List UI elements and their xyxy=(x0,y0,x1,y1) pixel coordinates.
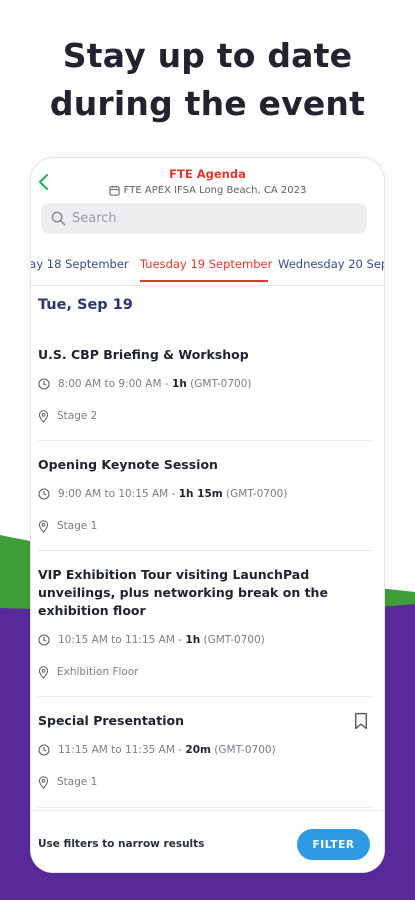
promo-headline-line-2: during the event xyxy=(49,84,366,123)
day-heading: Tue, Sep 19 xyxy=(38,297,133,313)
event-subtitle-text: FTE APEX IFSA Long Beach, CA 2023 xyxy=(123,185,307,196)
clock-icon xyxy=(38,378,50,390)
clock-icon xyxy=(38,634,50,646)
app-header: FTE Agenda FTE APEX IFSA Long Beach, CA … xyxy=(31,158,384,204)
session-location-row: Stage 1 xyxy=(38,774,371,790)
day-tabs: day 18 September Tuesday 19 September We… xyxy=(31,250,384,286)
location-pin-icon xyxy=(38,775,49,789)
session-time-separator: - xyxy=(178,744,183,756)
session-location: Stage 2 xyxy=(57,410,98,422)
filter-button[interactable]: FILTER xyxy=(297,829,370,860)
filter-hint: Use filters to narrow results xyxy=(38,838,205,850)
filter-footer: Use filters to narrow results FILTER xyxy=(31,810,384,872)
session-location-row: Exhibition Floor xyxy=(38,664,371,680)
search-icon xyxy=(51,211,66,226)
session-time-row: 8:00 AM to 9:00 AM - 1h (GMT-0700) xyxy=(38,376,371,392)
promo-headline-line-1: Stay up to date xyxy=(62,36,353,75)
phone-screen: FTE Agenda FTE APEX IFSA Long Beach, CA … xyxy=(31,158,384,872)
session-duration: 1h 15m xyxy=(178,488,223,500)
location-pin-icon xyxy=(38,665,49,679)
calendar-icon xyxy=(109,185,120,196)
promo-headline: Stay up to date during the event xyxy=(0,32,415,128)
session-time-separator: - xyxy=(164,378,169,390)
event-subtitle: FTE APEX IFSA Long Beach, CA 2023 xyxy=(31,185,384,196)
bookmark-icon[interactable] xyxy=(353,712,369,730)
clock-icon xyxy=(38,488,50,500)
session-time-range: 10:15 AM to 11:15 AM xyxy=(58,634,175,646)
session-time-range: 9:00 AM to 10:15 AM xyxy=(58,488,169,500)
session-time-row: 10:15 AM to 11:15 AM - 1h (GMT-0700) xyxy=(38,632,371,648)
search-bar[interactable] xyxy=(41,203,367,234)
clock-icon xyxy=(38,744,50,756)
session-time-range: 8:00 AM to 9:00 AM xyxy=(58,378,162,390)
session-title: U.S. CBP Briefing & Workshop xyxy=(38,347,249,362)
session-time-row: 11:15 AM to 11:35 AM - 20m (GMT-0700) xyxy=(38,742,371,758)
session-location: Stage 1 xyxy=(57,776,98,788)
session-timezone: (GMT-0700) xyxy=(190,378,252,390)
session-title: Special Presentation xyxy=(38,713,184,728)
location-pin-icon xyxy=(38,409,49,423)
selected-tab-indicator xyxy=(140,280,268,282)
session-item[interactable]: Special Presentation 11:15 AM to 11:35 A… xyxy=(38,712,371,808)
tab-wednesday-20-september[interactable]: Wednesday 20 Sep xyxy=(278,257,384,271)
session-time-row: 9:00 AM to 10:15 AM - 1h 15m (GMT-0700) xyxy=(38,486,371,502)
location-pin-icon xyxy=(38,519,49,533)
session-time-range: 11:15 AM to 11:35 AM xyxy=(58,744,175,756)
session-timezone: (GMT-0700) xyxy=(203,634,265,646)
session-location-row: Stage 1 xyxy=(38,518,371,534)
session-title: VIP Exhibition Tour visiting LaunchPad u… xyxy=(38,567,328,618)
session-timezone: (GMT-0700) xyxy=(214,744,276,756)
session-title: Opening Keynote Session xyxy=(38,457,218,472)
search-input[interactable] xyxy=(72,211,332,226)
session-duration: 1h xyxy=(172,378,187,390)
session-timezone: (GMT-0700) xyxy=(226,488,288,500)
tab-tuesday-19-september[interactable]: Tuesday 19 September xyxy=(140,257,272,271)
session-duration: 20m xyxy=(185,744,211,756)
tab-monday-18-september[interactable]: day 18 September xyxy=(31,257,129,271)
session-duration: 1h xyxy=(185,634,201,646)
page-title: FTE Agenda xyxy=(169,167,246,181)
session-item[interactable]: U.S. CBP Briefing & Workshop 8:00 AM to … xyxy=(38,346,371,441)
session-item[interactable]: Opening Keynote Session 9:00 AM to 10:15… xyxy=(38,456,371,551)
session-location: Stage 1 xyxy=(57,520,98,532)
session-time-separator: - xyxy=(178,634,183,646)
session-item[interactable]: VIP Exhibition Tour visiting LaunchPad u… xyxy=(38,566,371,697)
session-location-row: Stage 2 xyxy=(38,408,371,424)
session-location: Exhibition Floor xyxy=(57,666,139,678)
session-time-separator: - xyxy=(171,488,176,500)
